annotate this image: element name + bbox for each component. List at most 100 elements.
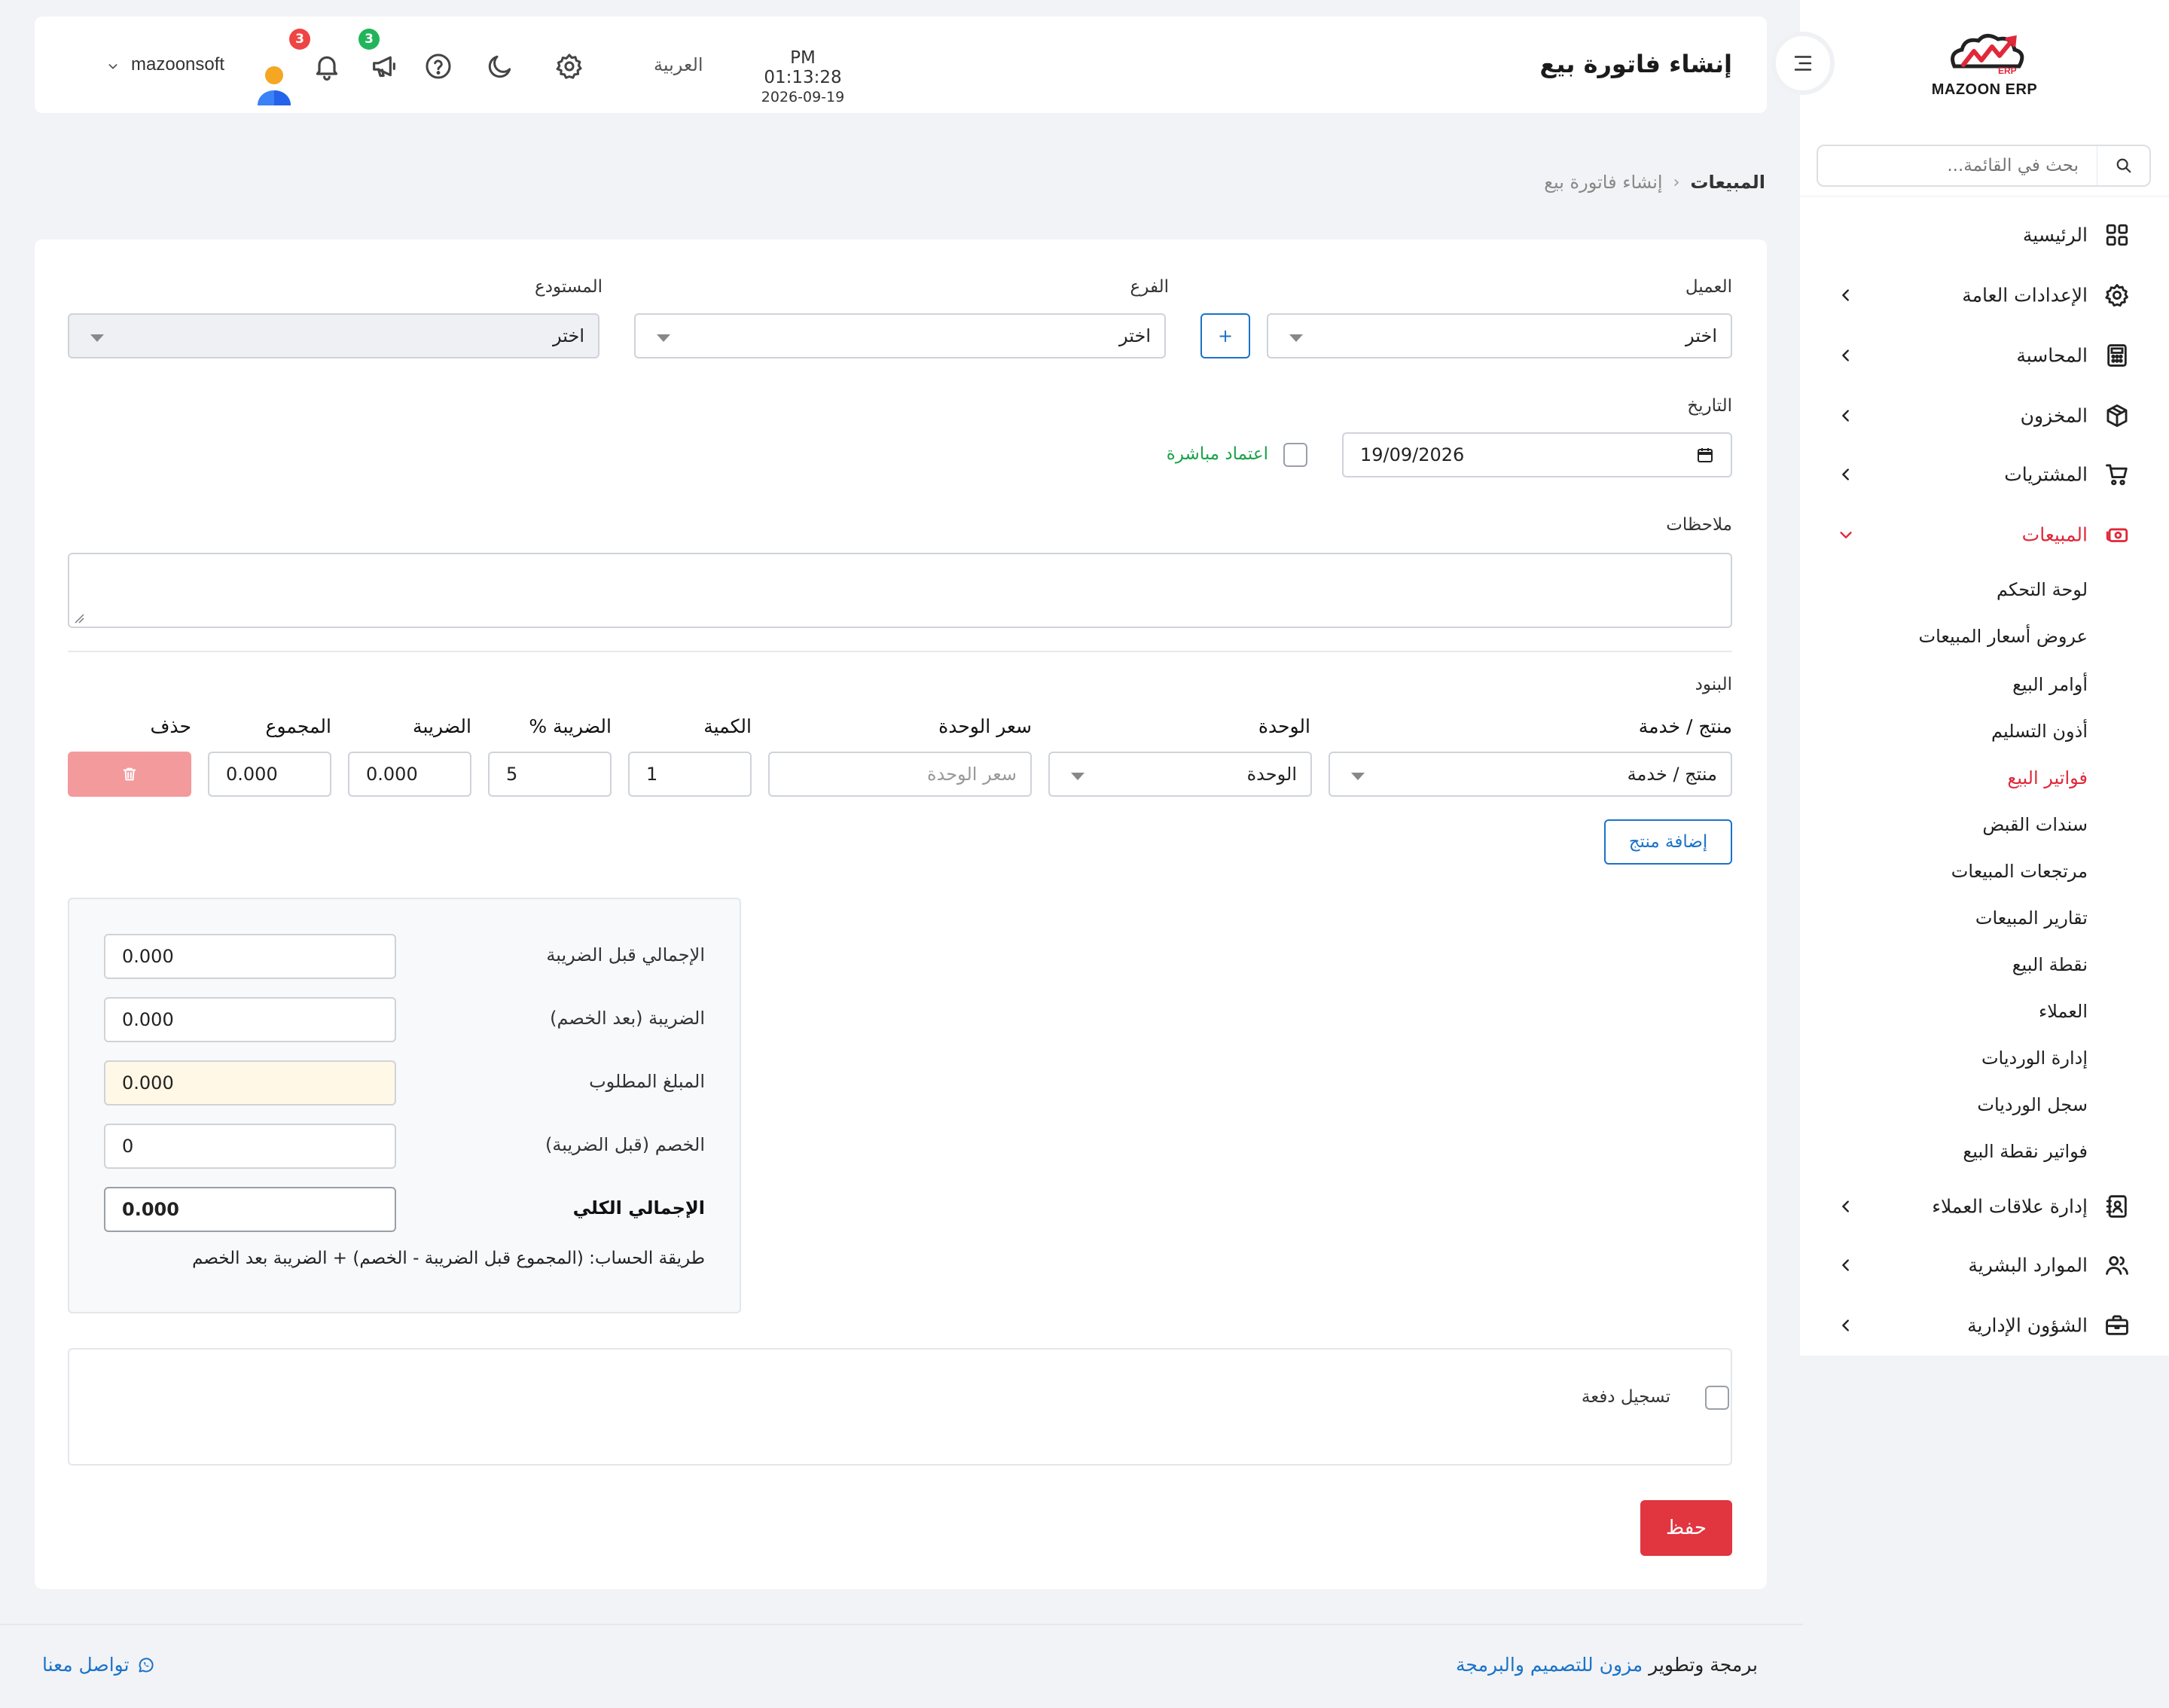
save-button[interactable]: حفظ <box>1640 1500 1732 1556</box>
contact-us-link[interactable]: تواصل معنا <box>42 1654 155 1676</box>
contacts-icon <box>2104 1194 2130 1219</box>
sidebar-item-label: الموارد البشرية <box>1968 1254 2088 1276</box>
tax-after-discount-label: الضريبة (بعد الخصم) <box>550 1008 705 1029</box>
sidebar-toggle-button[interactable] <box>1771 32 1835 95</box>
date-input-value: 19/09/2026 <box>1360 444 1465 465</box>
branch-select-value: اختر <box>1119 325 1151 346</box>
moon-icon <box>488 55 511 78</box>
tax-amount-value: 0.000 <box>366 764 418 785</box>
dark-mode-toggle[interactable] <box>484 50 517 83</box>
sidebar-subitem-sales-returns[interactable]: مرتجعات المبيعات <box>1951 852 2088 890</box>
customer-select[interactable]: اختر <box>1267 313 1732 358</box>
delete-row-button[interactable] <box>68 752 191 797</box>
sidebar-item-hr[interactable]: الموارد البشرية <box>1800 1243 2169 1288</box>
sidebar-subitem-pos-invoices[interactable]: فواتير نقطة البيع <box>1963 1133 2088 1170</box>
direct-approval-checkbox[interactable] <box>1283 443 1307 467</box>
user-menu[interactable]: mazoonsoft <box>131 54 224 75</box>
caret-down-icon <box>1071 773 1084 780</box>
footer-credit: برمجة وتطوير مزون للتصميم والبرمجة <box>1456 1654 1758 1676</box>
sidebar-subitem-sales-orders[interactable]: أوامر البيع <box>2012 666 2088 703</box>
amount-due-field[interactable]: 0.000 <box>104 1060 396 1106</box>
discount-label: الخصم (قبل الضريبة) <box>545 1134 705 1155</box>
clock: PM 01:13:28 2026-09-19 <box>750 48 856 105</box>
sidebar-subitem-customers[interactable]: العملاء <box>2039 993 2088 1030</box>
sidebar-item-home[interactable]: الرئيسية <box>1800 212 2169 258</box>
notes-textarea[interactable] <box>68 553 1732 628</box>
row-total-field[interactable]: 0.000 <box>208 752 331 797</box>
totals-panel: الإجمالي قبل الضريبة 0.000 الضريبة (بعد … <box>68 898 741 1313</box>
sidebar-subitem-receipts[interactable]: سندات القبض <box>1982 806 2088 843</box>
help-button[interactable] <box>422 50 455 83</box>
sidebar-subitem-dashboard[interactable]: لوحة التحكم <box>1997 571 2088 608</box>
footer-credit-link[interactable]: مزون للتصميم والبرمجة <box>1456 1654 1643 1676</box>
avatar[interactable] <box>255 63 294 107</box>
gear-icon <box>556 53 582 79</box>
sidebar-subitem-pos[interactable]: نقطة البيع <box>2012 946 2088 984</box>
tax-after-discount-field[interactable]: 0.000 <box>104 997 396 1042</box>
user-avatar-icon <box>258 66 291 105</box>
page-title: إنشاء فاتورة بيع <box>1539 50 1733 78</box>
box-icon <box>2104 403 2130 429</box>
unit-select-placeholder: الوحدة <box>1246 764 1297 785</box>
col-product: منتج / خدمة <box>1638 715 1732 737</box>
sidebar-item-general-settings[interactable]: الإعدادات العامة <box>1800 273 2169 318</box>
settings-button[interactable] <box>553 50 586 83</box>
add-product-button[interactable]: إضافة منتج <box>1604 819 1732 865</box>
chevron-down-icon[interactable] <box>107 60 119 72</box>
sidebar-item-inventory[interactable]: المخزون <box>1800 393 2169 438</box>
sidebar-subitem-sales-quotes[interactable]: عروض أسعار المبيعات <box>1918 618 2088 655</box>
tax-amount-field[interactable]: 0.000 <box>348 752 471 797</box>
product-select[interactable]: منتج / خدمة <box>1329 752 1732 797</box>
chevron-left-icon <box>1838 1257 1854 1273</box>
sidebar-item-accounting[interactable]: المحاسبة <box>1800 333 2169 378</box>
briefcase-icon <box>2104 1313 2130 1338</box>
col-quantity: الكمية <box>703 715 752 737</box>
sidebar-item-label: الإعدادات العامة <box>1962 284 2088 307</box>
calendar-icon[interactable] <box>1696 446 1714 464</box>
subtotal-field[interactable]: 0.000 <box>104 934 396 979</box>
sidebar-subitem-shift-log[interactable]: سجل الورديات <box>1977 1086 2088 1124</box>
grand-total-field[interactable]: 0.000 <box>104 1187 396 1232</box>
sidebar-subitem-sales-invoices[interactable]: فواتير البيع <box>2007 759 2088 797</box>
sidebar-divider <box>1800 196 2169 197</box>
breadcrumb-root[interactable]: المبيعات <box>1690 172 1765 193</box>
unit-price-input[interactable]: سعر الوحدة <box>768 752 1032 797</box>
col-delete: حذف <box>150 715 192 737</box>
unit-select[interactable]: الوحدة <box>1048 752 1312 797</box>
warehouse-label: المستودع <box>534 277 602 297</box>
sidebar-item-label: المشتريات <box>2004 463 2088 486</box>
discount-input[interactable]: 0 <box>104 1124 396 1169</box>
chevron-left-icon <box>1838 1198 1854 1215</box>
quantity-input[interactable]: 1 <box>628 752 752 797</box>
help-icon <box>426 53 451 79</box>
sidebar-item-purchases[interactable]: المشتريات <box>1800 452 2169 497</box>
sidebar-subitem-shifts[interactable]: إدارة الورديات <box>1981 1039 2088 1077</box>
register-payment-checkbox[interactable] <box>1705 1386 1729 1410</box>
chevron-left-icon: ‹ <box>1673 172 1680 192</box>
chevron-left-icon <box>1838 466 1854 483</box>
register-payment-label[interactable]: تسجيل دفعة <box>1582 1387 1670 1407</box>
caret-down-icon <box>657 334 670 342</box>
language-switch[interactable]: العربية <box>654 54 703 75</box>
sidebar-item-admin-affairs[interactable]: الشؤون الإدارية <box>1800 1303 2169 1348</box>
announcements-button[interactable] <box>368 50 401 83</box>
branch-select[interactable]: اختر <box>634 313 1166 358</box>
search-icon[interactable] <box>2097 146 2149 185</box>
warehouse-select[interactable]: اختر <box>68 313 599 358</box>
sidebar-search-input[interactable] <box>1818 146 2097 185</box>
date-input[interactable]: 19/09/2026 <box>1342 432 1732 477</box>
sidebar-subitem-sales-reports[interactable]: تقارير المبيعات <box>1975 899 2088 937</box>
resize-handle-icon[interactable] <box>72 612 84 624</box>
tax-percent-input[interactable]: 5 <box>488 752 612 797</box>
sidebar-search[interactable] <box>1817 145 2151 187</box>
sidebar-item-sales[interactable]: المبيعات <box>1800 512 2169 557</box>
sidebar-item-crm[interactable]: إدارة علاقات العملاء <box>1800 1184 2169 1229</box>
sidebar-subitem-delivery-notes[interactable]: أذون التسليم <box>1991 712 2088 750</box>
svg-text:ERP: ERP <box>1998 66 2017 76</box>
direct-approval-label[interactable]: اعتماد مباشرة <box>1167 444 1268 464</box>
warehouse-select-value: اختر <box>553 325 584 346</box>
add-customer-button[interactable]: + <box>1200 313 1250 358</box>
sidebar-item-label: الشؤون الإدارية <box>1967 1314 2088 1337</box>
logo[interactable]: ERP MAZOON ERP <box>1902 30 2067 105</box>
notifications-button[interactable] <box>310 50 343 83</box>
